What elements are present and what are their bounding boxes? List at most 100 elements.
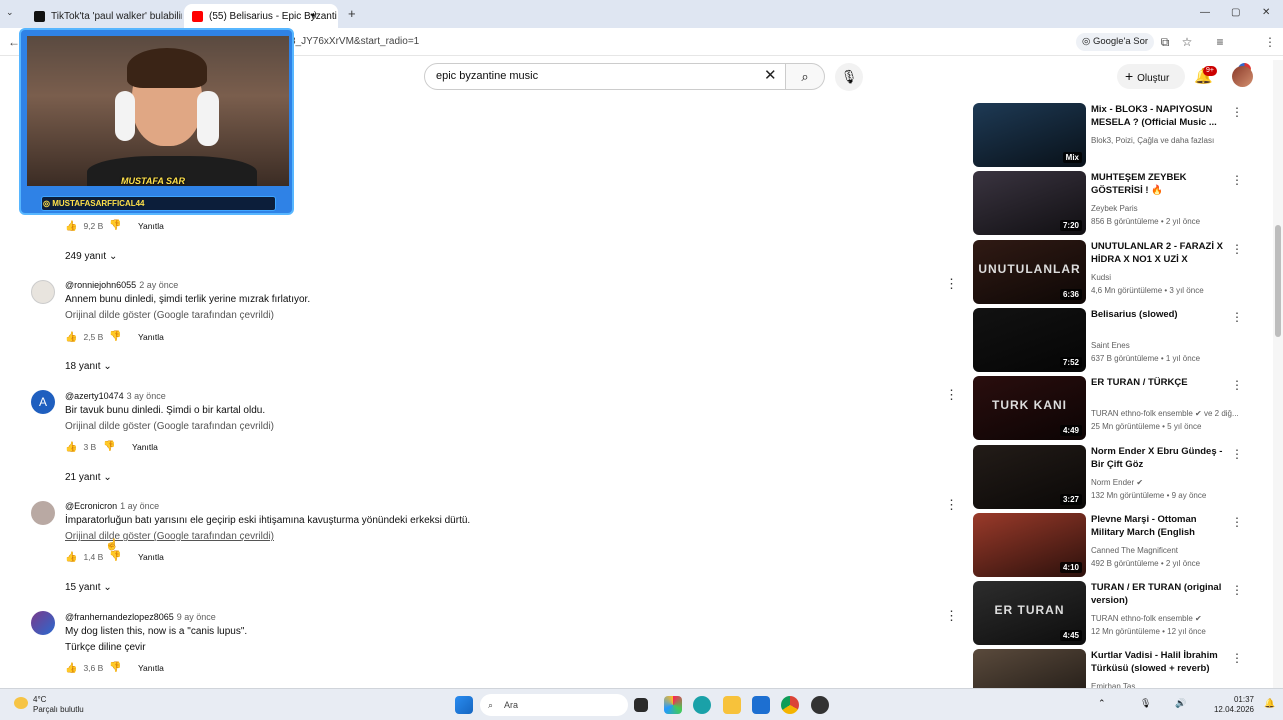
author-handle[interactable]: @franhernandezlopez8065 <box>65 612 174 622</box>
replies-toggle[interactable]: 249 yanıt ⌄ <box>65 251 117 262</box>
like-icon[interactable]: 👍 <box>65 332 77 343</box>
like-icon[interactable]: 👍 <box>65 552 77 563</box>
channel-name[interactable]: TURAN ethno-folk ensemble ✔ <box>1091 614 1241 623</box>
video-menu-icon[interactable]: ⋮ <box>1231 515 1243 529</box>
author-handle[interactable]: @ronniejohn6055 <box>65 280 136 290</box>
volume-icon[interactable]: 🔊 <box>1175 698 1186 709</box>
video-menu-icon[interactable]: ⋮ <box>1231 310 1243 324</box>
like-icon[interactable]: 👍 <box>65 663 77 674</box>
comment-menu-icon[interactable]: ⋮ <box>945 276 958 292</box>
create-button[interactable]: + Oluştur <box>1117 64 1185 89</box>
video-title[interactable]: Mix - BLOK3 - NAPIYOSUN MESELA ? (Offici… <box>1091 103 1229 129</box>
reply-button[interactable]: Yanıtla <box>138 221 164 231</box>
minimize-button[interactable]: — <box>1200 7 1210 18</box>
video-title[interactable]: Kurtlar Vadisi - Halil İbrahim Türküsü (… <box>1091 649 1229 675</box>
maximize-button[interactable]: ▢ <box>1231 7 1240 18</box>
replies-toggle[interactable]: 18 yanıt ⌄ <box>65 361 112 372</box>
video-menu-icon[interactable]: ⋮ <box>1231 105 1243 119</box>
search-button[interactable]: ⌕ <box>786 63 825 90</box>
channel-name[interactable]: Blok3, Poizi, Çağla ve daha fazlası <box>1091 136 1241 145</box>
replies-toggle[interactable]: 21 yanıt ⌄ <box>65 472 112 483</box>
new-tab-button[interactable]: + <box>348 6 356 21</box>
close-window-button[interactable]: ✕ <box>1262 7 1270 18</box>
video-title[interactable]: TURAN / ER TURAN (original version) <box>1091 581 1229 607</box>
tab-close-icon[interactable]: ✕ <box>337 11 338 22</box>
replies-toggle[interactable]: 15 yanıt ⌄ <box>65 582 112 593</box>
like-icon[interactable]: 👍 <box>65 442 77 453</box>
like-icon[interactable]: 👍 <box>65 221 77 232</box>
copilot-icon[interactable] <box>664 696 682 714</box>
dislike-icon[interactable]: 👎 <box>103 441 115 452</box>
comment-author[interactable]: @Ecronicron 1 ay önce <box>65 501 159 511</box>
recommended-video[interactable]: ER TURAN 4:45 TURAN / ER TURAN (original v… <box>973 581 1243 646</box>
search-input[interactable]: epic byzantine music <box>424 63 786 90</box>
comment-menu-icon[interactable]: ⋮ <box>945 387 958 403</box>
tab-youtube[interactable]: (55) Belisarius - Epic Byzanti ◂) ✕ <box>184 4 338 28</box>
avatar[interactable] <box>31 611 55 635</box>
recommended-video[interactable]: 7:20 MUHTEŞEM ZEYBEK GÖSTERİSİ ! 🔥 Zeybek … <box>973 171 1243 236</box>
chrome-icon[interactable] <box>781 696 799 714</box>
recommended-video[interactable]: UNUTULANLAR 6:36 UNUTULANLAR 2 - FARAZİ X … <box>973 239 1243 304</box>
tray-overflow-icon[interactable]: ⌃ <box>1098 698 1106 709</box>
account-avatar[interactable] <box>1232 66 1253 87</box>
bookmark-star-icon[interactable]: ☆ <box>1179 34 1195 50</box>
task-view-icon[interactable] <box>634 698 648 712</box>
video-thumbnail[interactable]: TURK KANI 4:49 <box>973 376 1086 441</box>
translate-link[interactable]: Türkçe diline çevir <box>65 642 146 653</box>
author-handle[interactable]: @azerty10474 <box>65 391 124 401</box>
author-handle[interactable]: @Ecronicron <box>65 501 117 511</box>
dislike-icon[interactable]: 👎 <box>109 331 121 342</box>
scrollbar-thumb[interactable] <box>1275 225 1281 337</box>
clear-search-icon[interactable]: ✕ <box>764 66 777 84</box>
install-app-icon[interactable]: ⧉ <box>1157 34 1173 50</box>
video-menu-icon[interactable]: ⋮ <box>1231 447 1243 461</box>
avatar[interactable] <box>31 501 55 525</box>
reply-button[interactable]: Yanıtla <box>138 332 164 342</box>
channel-name[interactable]: TURAN ethno-folk ensemble ✔ ve 2 diğ... <box>1091 409 1241 418</box>
edge-icon[interactable] <box>693 696 711 714</box>
taskbar-clock[interactable]: 01:37 12.04.2026 <box>1212 695 1254 715</box>
tab-tiktok[interactable]: TikTok'ta 'paul walker' bulabilir ✕ <box>26 4 182 28</box>
microphone-tray-icon[interactable]: 🎙 <box>1140 698 1151 709</box>
video-thumbnail[interactable]: Mix <box>973 103 1086 167</box>
video-thumbnail[interactable]: 7:52 <box>973 307 1086 372</box>
comment-menu-icon[interactable]: ⋮ <box>945 608 958 624</box>
voice-search-button[interactable]: 🎙 <box>835 63 863 91</box>
store-icon[interactable] <box>752 696 770 714</box>
recommended-video[interactable]: TURK KANI 4:49 ER TURAN / TÜRKÇE TURAN ethn… <box>973 376 1243 441</box>
speaker-icon[interactable]: ◂) <box>310 10 317 19</box>
recommended-video[interactable]: 4:10 Plevne Marşi - Ottoman Military Marc… <box>973 512 1243 577</box>
address-bar[interactable]: 8_JY76xXrVM&start_radio=1 <box>290 32 1050 52</box>
reply-button[interactable]: Yanıtla <box>138 663 164 673</box>
media-control-icon[interactable]: ≡ <box>1212 34 1228 50</box>
video-menu-icon[interactable]: ⋮ <box>1231 173 1243 187</box>
page-scrollbar[interactable] <box>1273 60 1283 688</box>
comment-author[interactable]: @ronniejohn6055 2 ay önce <box>65 280 178 290</box>
video-thumbnail[interactable]: 4:10 <box>973 512 1086 577</box>
windows-start-icon[interactable] <box>455 696 473 714</box>
video-menu-icon[interactable]: ⋮ <box>1231 651 1243 665</box>
video-title[interactable]: ER TURAN / TÜRKÇE <box>1091 376 1229 389</box>
taskbar-search[interactable]: ⌕ Ara <box>480 694 628 716</box>
channel-name[interactable]: Saint Enes <box>1091 341 1241 350</box>
video-title[interactable]: Plevne Marşi - Ottoman Military March (E… <box>1091 513 1229 539</box>
comment-author[interactable]: @franhernandezlopez8065 9 ay önce <box>65 612 216 622</box>
video-menu-icon[interactable]: ⋮ <box>1231 583 1243 597</box>
avatar[interactable] <box>31 280 55 304</box>
tab-search-icon[interactable]: ⌄ <box>6 7 14 18</box>
dislike-icon[interactable]: 👎 <box>109 551 121 562</box>
video-thumbnail[interactable]: 7:20 <box>973 171 1086 236</box>
video-thumbnail[interactable]: ER TURAN 4:45 <box>973 581 1086 646</box>
reply-button[interactable]: Yanıtla <box>138 552 164 562</box>
recommended-video[interactable]: 7:52 Belisarius (slowed) Saint Enes 637 B g… <box>973 307 1243 372</box>
recommended-video[interactable]: Mix Mix - BLOK3 - NAPIYOSUN MESELA ? (Off… <box>973 103 1243 167</box>
google-ask-button[interactable]: ◎ Google'a Sor <box>1076 33 1155 51</box>
show-original-link[interactable]: Orijinal dilde göster (Google tarafından… <box>65 531 274 542</box>
recommended-video[interactable]: 3:27 Norm Ender X Ebru Gündeş - Bir Çift … <box>973 444 1243 509</box>
avatar[interactable]: A <box>31 390 55 414</box>
channel-name[interactable]: Zeybek Paris <box>1091 204 1241 213</box>
dislike-icon[interactable]: 👎 <box>109 662 121 673</box>
show-original-link[interactable]: Orijinal dilde göster (Google tarafından… <box>65 310 274 321</box>
channel-name[interactable]: Norm Ender ✔ <box>1091 478 1241 487</box>
video-menu-icon[interactable]: ⋮ <box>1231 242 1243 256</box>
